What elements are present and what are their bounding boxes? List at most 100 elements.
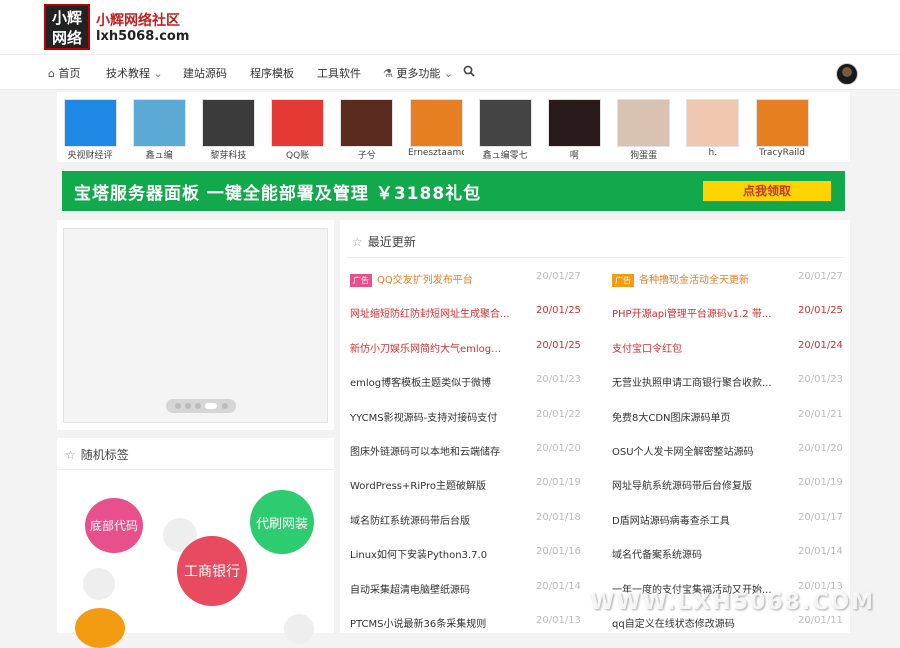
news-link[interactable]: 免费8大CDN图床源码单页 xyxy=(612,409,772,424)
slider-dot[interactable] xyxy=(185,403,191,409)
slider-image[interactable] xyxy=(63,228,328,423)
user-card[interactable]: 子兮 xyxy=(339,99,395,161)
user-card[interactable]: 啊 xyxy=(546,99,602,161)
nav-item-templates[interactable]: 程序模板 xyxy=(250,65,294,81)
tag-bubble[interactable]: 代刷网装 xyxy=(250,490,314,554)
user-avatar-image[interactable] xyxy=(547,99,601,147)
news-link[interactable]: WordPress+RiPro主题破解版 xyxy=(350,477,510,492)
user-name[interactable]: 子兮 xyxy=(339,148,395,161)
user-name[interactable]: 央视财经评 xyxy=(62,148,118,161)
user-card[interactable]: Ernesztaamomo xyxy=(408,99,464,158)
news-link[interactable]: 自动采集超清电脑壁纸源码 xyxy=(350,581,510,596)
news-row[interactable]: 无营业执照申请工商银行聚合收款... 20/01/23 xyxy=(612,374,843,390)
top-header: 小辉 网络 小辉网络社区 lxh5068.com xyxy=(0,0,900,55)
slider-dot[interactable] xyxy=(195,403,201,409)
tag-bubble[interactable]: 底部代码 xyxy=(85,498,143,553)
user-card[interactable]: 鑫ュ编 xyxy=(131,99,187,161)
nav-item-source[interactable]: 建站源码 xyxy=(183,65,227,81)
nav-item-tools[interactable]: 工具软件 xyxy=(317,65,361,81)
news-row[interactable]: 广告 各种撸现金活动全天更新 20/01/27 xyxy=(612,271,843,287)
news-link[interactable]: 网址导航系统源码带后台修复版 xyxy=(612,477,772,492)
slider-dot[interactable] xyxy=(222,403,228,409)
user-card[interactable]: h. xyxy=(685,99,741,158)
site-logo[interactable]: 小辉 网络 xyxy=(44,4,90,50)
slider-dot[interactable] xyxy=(175,403,181,409)
news-row[interactable]: OSU个人发卡网全解密整站源码 20/01/20 xyxy=(612,443,843,459)
user-name[interactable]: Ernesztaamomo xyxy=(408,148,464,158)
ad-banner[interactable]: 宝塔服务器面板 一键全能部署及管理 ￥3188礼包 点我领取 xyxy=(62,171,845,211)
news-row[interactable]: PTCMS小说最新36条采集规则 20/01/13 xyxy=(350,615,581,631)
user-name[interactable]: TracyRaild xyxy=(754,148,810,158)
news-link[interactable]: Linux如何下安装Python3.7.0 xyxy=(350,546,510,561)
news-link[interactable]: 广告 各种撸现金活动全天更新 xyxy=(612,271,772,287)
user-avatar-image[interactable] xyxy=(755,99,809,147)
user-name[interactable]: 啊 xyxy=(546,148,602,161)
news-link[interactable]: 广告 QQ交友扩列发布平台 xyxy=(350,271,510,287)
search-icon[interactable] xyxy=(463,65,475,80)
user-avatar-image[interactable] xyxy=(686,99,740,147)
user-card[interactable]: 央视财经评 xyxy=(62,99,118,161)
news-link[interactable]: OSU个人发卡网全解密整站源码 xyxy=(612,443,772,458)
news-link[interactable]: emlog博客模板主题类似于微博 xyxy=(350,374,510,389)
news-row[interactable]: WordPress+RiPro主题破解版 20/01/19 xyxy=(350,477,581,493)
user-name[interactable]: 鑫ュ编 xyxy=(131,148,187,161)
news-row[interactable]: 广告 QQ交友扩列发布平台 20/01/27 xyxy=(350,271,581,287)
news-link[interactable]: PHP开源api管理平台源码v1.2 带... xyxy=(612,305,772,320)
user-avatar-image[interactable] xyxy=(340,99,394,147)
user-name[interactable]: 黎芽科技 xyxy=(200,148,256,161)
news-link[interactable]: PTCMS小说最新36条采集规则 xyxy=(350,615,510,630)
news-row[interactable]: 免费8大CDN图床源码单页 20/01/21 xyxy=(612,409,843,425)
user-avatar-image[interactable] xyxy=(63,99,117,147)
news-date: 20/01/18 xyxy=(536,511,581,523)
news-link[interactable]: 域名代备案系统源码 xyxy=(612,546,772,561)
news-row[interactable]: Linux如何下安装Python3.7.0 20/01/16 xyxy=(350,546,581,562)
tag-bubble[interactable] xyxy=(75,608,125,648)
user-card[interactable]: 狗蛋蛋 xyxy=(616,99,672,161)
user-avatar-image[interactable] xyxy=(271,99,325,147)
user-avatar-image[interactable] xyxy=(132,99,186,147)
site-name[interactable]: 小辉网络社区 xyxy=(96,10,180,30)
news-link[interactable]: 无营业执照申请工商银行聚合收款... xyxy=(612,374,772,389)
news-link[interactable]: 图床外链源码可以本地和云端储存 xyxy=(350,443,510,458)
user-card[interactable]: 黎芽科技 xyxy=(200,99,256,161)
user-name[interactable]: 狗蛋蛋 xyxy=(616,148,672,161)
user-avatar[interactable] xyxy=(836,63,858,85)
tag-bubble[interactable]: 工商银行 xyxy=(177,536,247,606)
slider-dot-active[interactable] xyxy=(205,403,217,409)
user-avatar-image[interactable] xyxy=(617,99,671,147)
news-row[interactable]: 支付宝口令红包 20/01/24 xyxy=(612,340,843,356)
news-link[interactable]: 网址缩短防红防封短网址生成聚合... xyxy=(350,305,510,320)
news-row[interactable]: 域名代备案系统源码 20/01/14 xyxy=(612,546,843,562)
nav-label-home: 首页 xyxy=(58,67,81,80)
news-row[interactable]: emlog博客模板主题类似于微博 20/01/23 xyxy=(350,374,581,390)
news-row[interactable]: 网址缩短防红防封短网址生成聚合... 20/01/25 xyxy=(350,305,581,321)
news-link[interactable]: 新仿小刀娱乐网简约大气emlog主... xyxy=(350,340,510,355)
banner-button[interactable]: 点我领取 xyxy=(703,181,831,201)
news-row[interactable]: 域名防红系统源码带后台版 20/01/18 xyxy=(350,512,581,528)
user-name[interactable]: h. xyxy=(685,148,741,158)
user-avatar-image[interactable] xyxy=(201,99,255,147)
news-row[interactable]: 网址导航系统源码带后台修复版 20/01/19 xyxy=(612,477,843,493)
news-row[interactable]: D盾网站源码病毒查杀工具 20/01/17 xyxy=(612,512,843,528)
user-card[interactable]: QQ账 xyxy=(270,99,326,161)
user-avatar-image[interactable] xyxy=(478,99,532,147)
news-row[interactable]: YYCMS影视源码-支持对接码支付 20/01/22 xyxy=(350,409,581,425)
nav-item-home[interactable]: ⌂ 首页 xyxy=(48,65,80,81)
nav-item-more[interactable]: ⚗ 更多功能 ⌄ xyxy=(383,65,453,81)
news-link[interactable]: 域名防红系统源码带后台版 xyxy=(350,512,510,527)
user-name[interactable]: QQ账 xyxy=(270,148,326,161)
nav-item-tutorials[interactable]: 技术教程 ⌄ xyxy=(106,65,163,81)
user-avatar-image[interactable] xyxy=(409,99,463,147)
news-link[interactable]: YYCMS影视源码-支持对接码支付 xyxy=(350,409,510,424)
news-row[interactable]: 图床外链源码可以本地和云端储存 20/01/20 xyxy=(350,443,581,459)
user-name[interactable]: 鑫ュ编零七 xyxy=(477,148,533,161)
news-link[interactable]: 支付宝口令红包 xyxy=(612,340,772,355)
news-row[interactable]: 自动采集超清电脑壁纸源码 20/01/14 xyxy=(350,581,581,597)
user-card[interactable]: 鑫ュ编零七 xyxy=(477,99,533,161)
news-row[interactable]: 新仿小刀娱乐网简约大气emlog主... 20/01/25 xyxy=(350,340,581,356)
site-url[interactable]: lxh5068.com xyxy=(96,29,189,44)
news-link[interactable]: D盾网站源码病毒查杀工具 xyxy=(612,512,772,527)
user-card[interactable]: TracyRaild xyxy=(754,99,810,158)
news-row[interactable]: PHP开源api管理平台源码v1.2 带... 20/01/25 xyxy=(612,305,843,321)
banner-text: 宝塔服务器面板 一键全能部署及管理 ￥3188礼包 xyxy=(74,184,482,204)
